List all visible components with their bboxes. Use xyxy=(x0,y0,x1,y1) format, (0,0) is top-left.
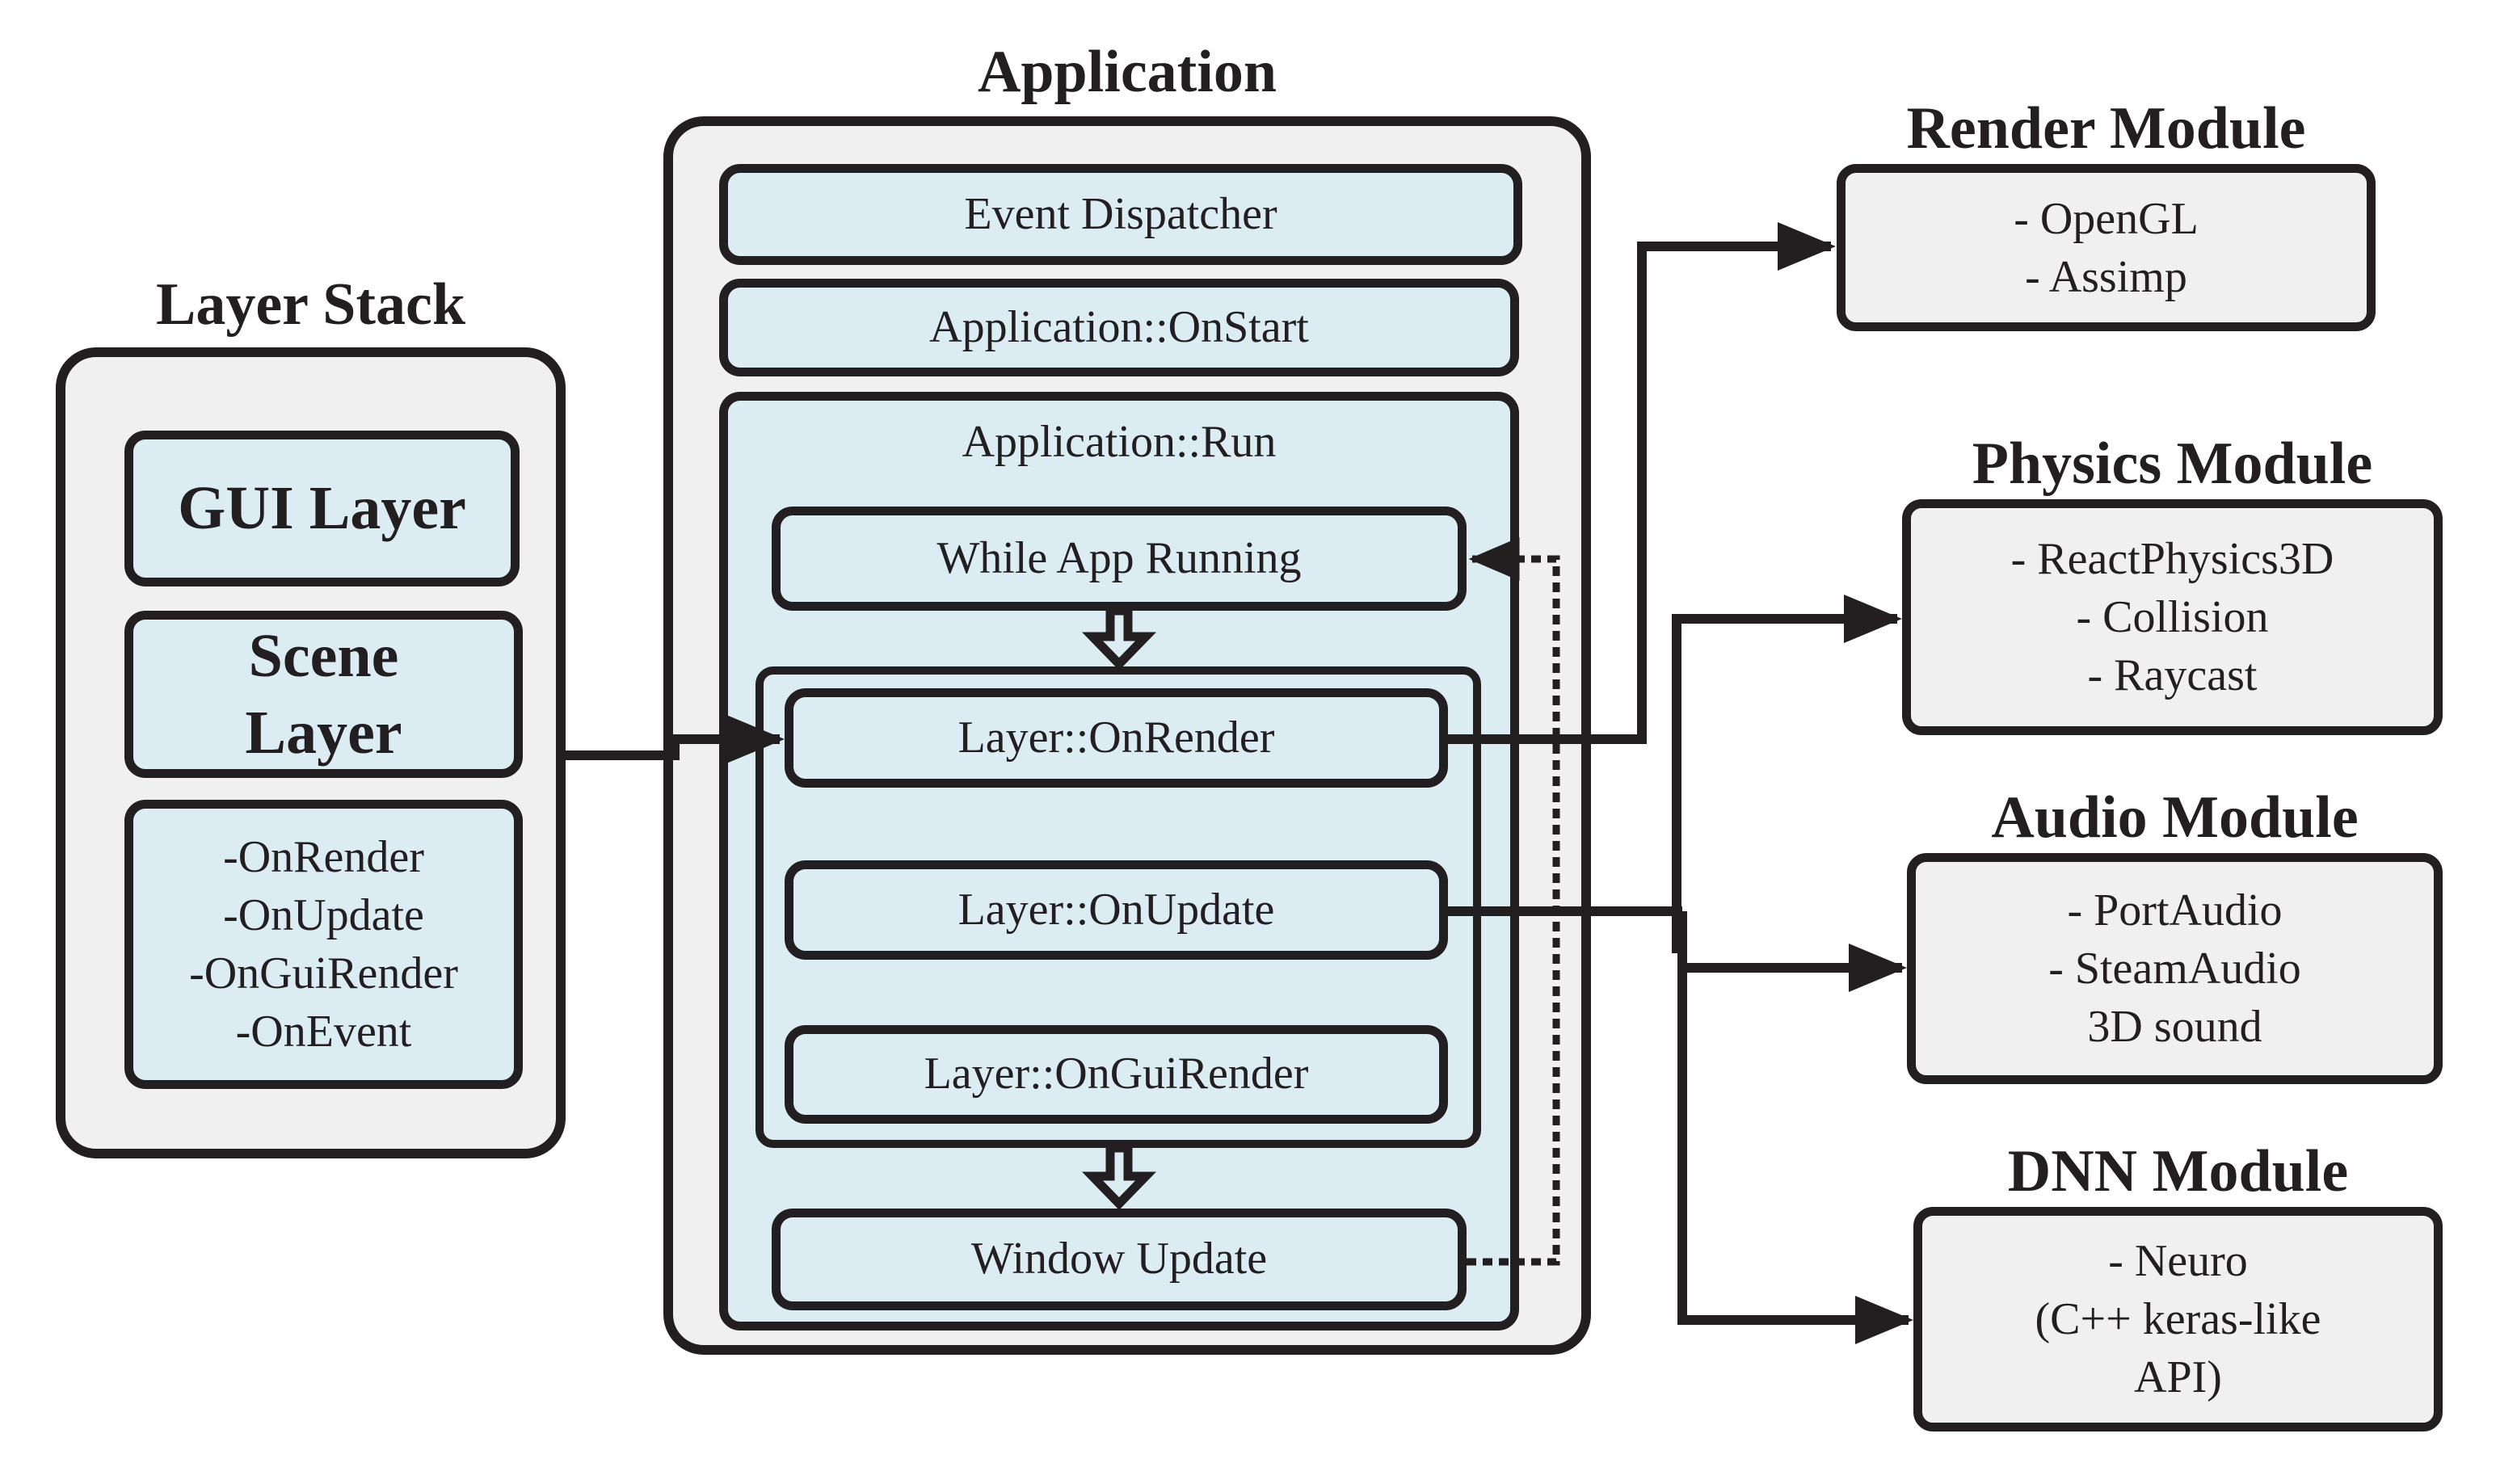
down-arrow-icon xyxy=(1081,606,1157,671)
onupdate-to-audio-arrow xyxy=(1677,911,1907,992)
onupdate-to-dnn-arrow xyxy=(1677,953,1913,1344)
onupdate-to-physics-arrow xyxy=(1672,595,1902,953)
down-arrow-icon xyxy=(1081,1143,1157,1210)
connectors-layer xyxy=(566,222,1913,1344)
onrender-to-render-module-arrow xyxy=(1448,222,1836,744)
scene-to-onrender-arrow xyxy=(566,715,785,763)
